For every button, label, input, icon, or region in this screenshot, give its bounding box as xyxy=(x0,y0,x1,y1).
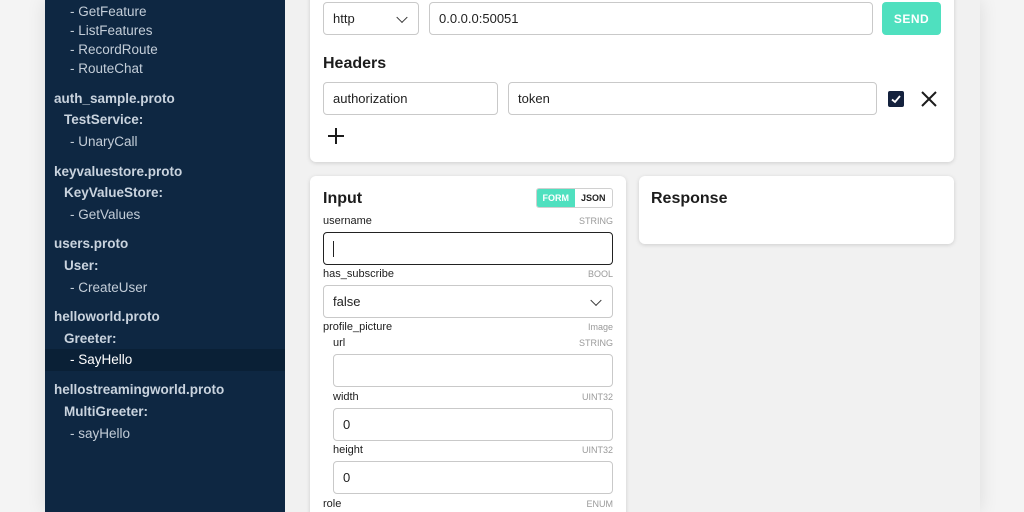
has-subscribe-value: false xyxy=(333,294,361,309)
input-title: Input xyxy=(323,190,363,207)
json-mode-button[interactable]: JSON xyxy=(575,189,613,207)
url-type: STRING xyxy=(578,338,613,348)
sidebar-proto-helloworld[interactable]: helloworld.proto xyxy=(54,309,160,324)
header-key-value: authorization xyxy=(333,91,408,106)
protocol-value: http xyxy=(333,11,355,26)
sidebar-item-unarycall[interactable]: - UnaryCall xyxy=(70,134,138,149)
has-subscribe-type: BOOL xyxy=(587,269,613,279)
sidebar-service-testservice: TestService: xyxy=(64,112,144,127)
text-cursor xyxy=(333,240,334,257)
has-subscribe-select[interactable]: false xyxy=(323,285,613,318)
form-mode-button[interactable]: FORM xyxy=(537,189,575,207)
close-icon[interactable] xyxy=(919,89,939,109)
send-button[interactable]: SEND xyxy=(882,2,941,35)
chevron-down-icon xyxy=(396,11,408,23)
username-type: STRING xyxy=(578,216,613,226)
width-type: UINT32 xyxy=(581,392,613,402)
height-type: UINT32 xyxy=(581,445,613,455)
sidebar-proto-users[interactable]: users.proto xyxy=(54,236,128,251)
username-label: username xyxy=(323,215,372,227)
height-value: 0 xyxy=(343,470,351,485)
sidebar-service-keyvaluestore: KeyValueStore: xyxy=(64,185,164,200)
width-input[interactable]: 0 xyxy=(333,408,613,441)
sidebar-service-user: User: xyxy=(64,258,99,273)
sidebar-item-listfeatures[interactable]: - ListFeatures xyxy=(70,23,153,38)
input-card: Input FORM JSON username STRING has_subs… xyxy=(310,176,626,512)
address-value: 0.0.0.0:50051 xyxy=(439,11,519,26)
header-value-input[interactable]: token xyxy=(508,82,877,115)
sidebar-item-routechat[interactable]: - RouteChat xyxy=(70,61,143,76)
sidebar-item-getvalues[interactable]: - GetValues xyxy=(70,207,140,222)
header-enabled-checkbox[interactable] xyxy=(888,91,904,107)
username-input[interactable] xyxy=(323,232,613,265)
app-window: - GetFeature - ListFeatures - RecordRout… xyxy=(45,0,980,512)
response-card: Response xyxy=(639,176,954,244)
sidebar-proto-auth-sample[interactable]: auth_sample.proto xyxy=(54,91,175,106)
sidebar-service-greeter: Greeter: xyxy=(64,331,117,346)
sidebar-item-sayhello[interactable]: - SayHello xyxy=(70,352,132,367)
headers-title: Headers xyxy=(323,55,387,72)
add-header-icon[interactable] xyxy=(327,127,345,145)
width-label: width xyxy=(333,391,359,403)
profile-picture-type: Image xyxy=(587,322,613,332)
has-subscribe-label: has_subscribe xyxy=(323,268,394,280)
width-value: 0 xyxy=(343,417,351,432)
role-label: role xyxy=(323,498,342,510)
sidebar-proto-hellostreamingworld[interactable]: hellostreamingworld.proto xyxy=(54,382,224,397)
sidebar-item-createuser[interactable]: - CreateUser xyxy=(70,280,147,295)
height-label: height xyxy=(333,444,363,456)
response-title: Response xyxy=(651,190,728,207)
checkmark-icon xyxy=(891,95,901,104)
sidebar-proto-keyvaluestore[interactable]: keyvaluestore.proto xyxy=(54,164,182,179)
protocol-select[interactable]: http xyxy=(323,2,419,35)
sidebar-service-multigreeter: MultiGreeter: xyxy=(64,404,149,419)
request-card: http 0.0.0.0:50051 SEND Headers authoriz… xyxy=(310,0,954,162)
chevron-down-icon xyxy=(590,294,602,306)
sidebar: - GetFeature - ListFeatures - RecordRout… xyxy=(45,0,285,512)
address-input[interactable]: 0.0.0.0:50051 xyxy=(429,2,873,35)
url-label: url xyxy=(333,337,346,349)
role-type: ENUM xyxy=(586,499,614,509)
header-key-input[interactable]: authorization xyxy=(323,82,498,115)
height-input[interactable]: 0 xyxy=(333,461,613,494)
header-value-value: token xyxy=(518,91,550,106)
profile-picture-label: profile_picture xyxy=(323,321,393,333)
sidebar-item-getfeature[interactable]: - GetFeature xyxy=(70,4,147,19)
main-panel: http 0.0.0.0:50051 SEND Headers authoriz… xyxy=(285,0,980,512)
url-input[interactable] xyxy=(333,354,613,387)
sidebar-item-sayhello-streaming[interactable]: - sayHello xyxy=(70,426,130,441)
input-mode-toggle: FORM JSON xyxy=(536,188,613,208)
sidebar-item-recordroute[interactable]: - RecordRoute xyxy=(70,42,158,57)
